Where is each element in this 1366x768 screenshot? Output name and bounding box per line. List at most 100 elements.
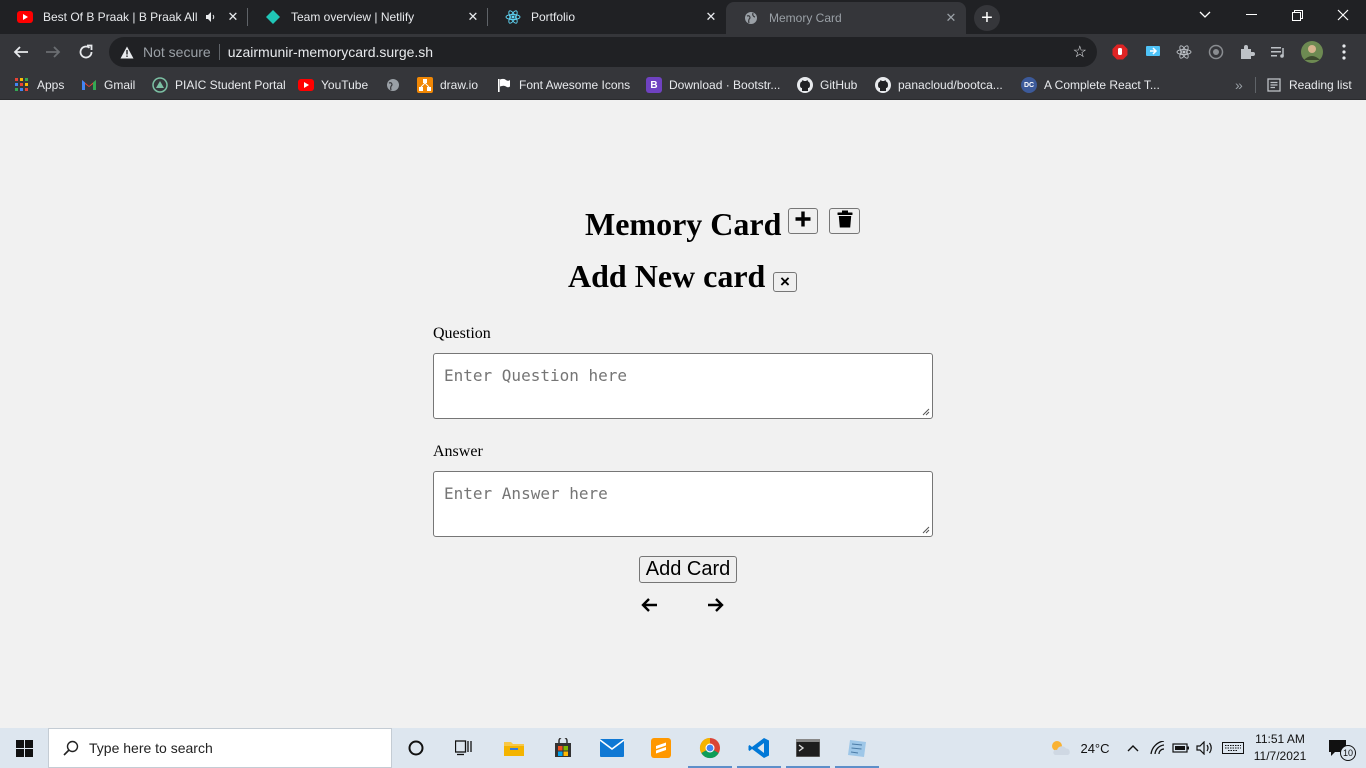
- tab-search-icon[interactable]: [1182, 0, 1228, 30]
- tab-close-icon[interactable]: ✕: [464, 8, 482, 26]
- question-label: Question: [433, 325, 491, 342]
- battery-icon[interactable]: [1171, 728, 1191, 768]
- sublime-text-icon[interactable]: [637, 728, 685, 768]
- extension-circle-icon[interactable]: [1206, 42, 1226, 62]
- adblock-extension-icon[interactable]: [1110, 42, 1130, 62]
- close-form-button[interactable]: ×: [773, 272, 797, 292]
- tab-close-icon[interactable]: ✕: [942, 9, 960, 27]
- bookmarks-divider: [1255, 77, 1256, 93]
- restore-icon[interactable]: [1274, 0, 1320, 30]
- speaker-icon[interactable]: [202, 8, 220, 26]
- bookmarks-bar: Apps Gmail PIAIC Student Portal YouTube …: [0, 70, 1366, 100]
- new-tab-button[interactable]: +: [974, 5, 1000, 31]
- bookmarks-overflow-button[interactable]: »: [1235, 76, 1243, 94]
- wifi-icon[interactable]: [1148, 728, 1168, 768]
- volume-icon[interactable]: [1195, 728, 1215, 768]
- media-control-icon[interactable]: [1268, 42, 1288, 62]
- chrome-taskbar-icon[interactable]: [686, 728, 734, 768]
- tab-portfolio[interactable]: Portfolio ✕: [488, 0, 726, 34]
- question-input[interactable]: [433, 353, 933, 419]
- tab-memory-card[interactable]: Memory Card ✕: [726, 2, 966, 34]
- reading-list-label: Reading list: [1289, 78, 1352, 92]
- answer-input[interactable]: [433, 471, 933, 537]
- cortana-icon[interactable]: [392, 728, 440, 768]
- add-card-submit-button[interactable]: Add Card: [639, 556, 737, 583]
- react-devtools-icon[interactable]: [1174, 42, 1194, 62]
- cast-extension-icon[interactable]: [1143, 42, 1163, 62]
- taskbar-search-box[interactable]: Type here to search: [48, 728, 392, 768]
- keyboard-icon[interactable]: [1220, 728, 1246, 768]
- delete-card-button[interactable]: [829, 208, 860, 234]
- next-card-arrow-icon[interactable]: [706, 595, 726, 615]
- bookmark-label: draw.io: [440, 78, 479, 92]
- url-text[interactable]: uzairmunir-memorycard.surge.sh: [228, 44, 433, 60]
- browser-toolbar: Not secure uzairmunir-memorycard.surge.s…: [0, 34, 1366, 70]
- notification-center-icon[interactable]: 10: [1318, 728, 1358, 768]
- bookmark-bootstrap[interactable]: B Download · Bootstr...: [646, 76, 780, 94]
- warning-icon[interactable]: [119, 44, 135, 60]
- bookmark-label: panacloud/bootca...: [898, 78, 1003, 92]
- window-close-icon[interactable]: [1320, 0, 1366, 30]
- address-bar[interactable]: Not secure uzairmunir-memorycard.surge.s…: [109, 37, 1097, 67]
- reload-icon[interactable]: [73, 39, 99, 65]
- notification-count-badge: 10: [1340, 745, 1356, 761]
- bookmark-youtube[interactable]: YouTube: [298, 76, 368, 94]
- bookmark-star-icon[interactable]: ☆: [1073, 42, 1087, 62]
- tab-close-icon[interactable]: ✕: [702, 8, 720, 26]
- tab-youtube[interactable]: Best Of B Praak | B Praak All ✕: [0, 0, 248, 34]
- bookmark-react-tutorial[interactable]: DC A Complete React T...: [1021, 76, 1160, 94]
- weather-temperature[interactable]: 24°C: [1076, 728, 1114, 768]
- back-icon[interactable]: [8, 39, 34, 65]
- bookmark-apps[interactable]: Apps: [14, 76, 64, 94]
- netlify-icon: [265, 9, 281, 25]
- bookmark-gmail[interactable]: Gmail: [81, 76, 135, 94]
- previous-card-arrow-icon[interactable]: [639, 595, 659, 615]
- bookmark-github[interactable]: GitHub: [797, 76, 857, 94]
- tab-title: Memory Card: [769, 11, 842, 25]
- windows-start-icon[interactable]: [0, 728, 48, 768]
- piaic-icon: [152, 77, 168, 93]
- globe-icon: [385, 77, 401, 93]
- vscode-icon[interactable]: [735, 728, 783, 768]
- clock-time: 11:51 AM: [1255, 732, 1305, 746]
- gmail-icon: [81, 77, 97, 93]
- bootstrap-icon: B: [646, 77, 662, 93]
- react-icon: [505, 9, 521, 25]
- reading-list-button[interactable]: Reading list: [1266, 76, 1352, 94]
- form-title: Add New card: [568, 258, 766, 294]
- answer-label: Answer: [433, 443, 483, 460]
- windows-taskbar: Type here to search 24°C 11:51 AM 11/7/2…: [0, 728, 1366, 768]
- profile-avatar[interactable]: [1300, 40, 1324, 64]
- task-view-icon[interactable]: [440, 728, 488, 768]
- dc-icon: DC: [1021, 77, 1037, 93]
- terminal-icon[interactable]: [784, 728, 832, 768]
- tab-netlify[interactable]: Team overview | Netlify ✕: [248, 0, 488, 34]
- chrome-menu-icon[interactable]: [1334, 42, 1354, 62]
- search-placeholder: Type here to search: [89, 740, 213, 756]
- system-clock[interactable]: 11:51 AM 11/7/2021: [1246, 731, 1314, 765]
- bookmark-piaic[interactable]: PIAIC Student Portal: [152, 76, 286, 94]
- bookmark-panacloud[interactable]: panacloud/bootca...: [875, 76, 1003, 94]
- resize-grip-icon[interactable]: [922, 408, 930, 416]
- show-hidden-icons-icon[interactable]: [1124, 728, 1142, 768]
- weather-icon[interactable]: [1046, 728, 1074, 768]
- notes-app-icon[interactable]: [833, 728, 881, 768]
- github-icon: [875, 77, 891, 93]
- globe-icon: [743, 10, 759, 26]
- minimize-icon[interactable]: [1228, 0, 1274, 30]
- tab-close-icon[interactable]: ✕: [224, 8, 242, 26]
- resize-grip-icon[interactable]: [922, 526, 930, 534]
- mail-icon[interactable]: [588, 728, 636, 768]
- bookmark-label: A Complete React T...: [1044, 78, 1160, 92]
- bookmark-label: Download · Bootstr...: [669, 78, 781, 92]
- extensions-puzzle-icon[interactable]: [1237, 42, 1257, 62]
- bookmark-drawio[interactable]: draw.io: [417, 76, 478, 94]
- file-explorer-icon[interactable]: [490, 728, 538, 768]
- bookmark-font-awesome[interactable]: Font Awesome Icons: [496, 76, 630, 94]
- security-status[interactable]: Not secure: [143, 44, 211, 60]
- add-card-button[interactable]: [788, 208, 818, 234]
- clock-date: 11/7/2021: [1253, 749, 1307, 763]
- forward-icon[interactable]: [40, 39, 66, 65]
- bookmark-globe[interactable]: [385, 76, 408, 94]
- microsoft-store-icon[interactable]: [539, 728, 587, 768]
